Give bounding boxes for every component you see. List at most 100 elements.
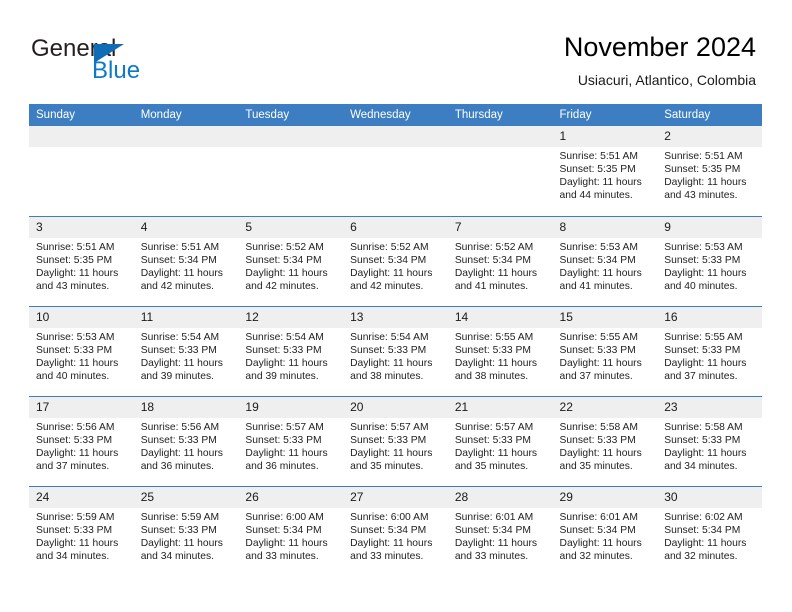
calendar-day-cell[interactable]: 20 Sunrise: 5:57 AM Sunset: 5:33 PM Dayligh…	[343, 395, 448, 486]
calendar-day-cell[interactable]: 25 Sunrise: 5:59 AM Sunset: 5:33 PM Dayligh…	[133, 485, 239, 576]
day-details: Sunrise: 5:55 AM Sunset: 5:33 PM Daylight:…	[448, 328, 553, 383]
day-number	[29, 126, 134, 147]
calendar-day-cell[interactable]: 22 Sunrise: 5:58 AM Sunset: 5:33 PM Dayligh…	[552, 395, 658, 486]
daylight-duration-line1: Daylight: 11 hours	[350, 357, 433, 369]
day-number: 19	[238, 397, 344, 418]
daylight-duration-line2: and 42 minutes.	[350, 280, 424, 292]
calendar-day-cell[interactable]: 27 Sunrise: 6:00 AM Sunset: 5:34 PM Dayligh…	[343, 485, 448, 576]
weekday-header-wednesday: Wednesday	[343, 104, 448, 126]
daylight-duration-line2: and 43 minutes.	[664, 190, 738, 202]
day-number: 1	[552, 126, 658, 147]
daylight-duration-line2: and 32 minutes.	[664, 550, 738, 562]
sunrise-time: Sunrise: 6:00 AM	[350, 511, 429, 523]
day-number: 2	[657, 126, 762, 147]
sunset-time: Sunset: 5:33 PM	[245, 434, 322, 446]
calendar-day-cell[interactable]: 21 Sunrise: 5:57 AM Sunset: 5:33 PM Dayligh…	[447, 395, 553, 486]
sunrise-time: Sunrise: 5:53 AM	[36, 331, 115, 343]
calendar-day-cell[interactable]: 17 Sunrise: 5:56 AM Sunset: 5:33 PM Dayligh…	[29, 395, 134, 486]
calendar-day-cell[interactable]: 8 Sunrise: 5:53 AM Sunset: 5:34 PM Daylight…	[552, 215, 658, 306]
daylight-duration-line2: and 33 minutes.	[454, 550, 529, 562]
daylight-duration-line2: and 34 minutes.	[36, 550, 110, 562]
calendar-day-cell[interactable]: 16 Sunrise: 5:55 AM Sunset: 5:33 PM Dayligh…	[657, 305, 762, 396]
day-details: Sunrise: 5:51 AM Sunset: 5:34 PM Daylight:…	[134, 238, 239, 293]
day-number: 4	[133, 217, 239, 238]
daylight-duration-line1: Daylight: 11 hours	[454, 357, 538, 369]
day-number: 14	[447, 307, 553, 328]
daylight-duration-line2: and 39 minutes.	[140, 370, 214, 382]
daylight-duration-line1: Daylight: 11 hours	[245, 357, 328, 369]
day-details: Sunrise: 5:53 AM Sunset: 5:34 PM Daylight:…	[553, 238, 658, 293]
sunrise-time: Sunrise: 5:59 AM	[140, 511, 220, 523]
daylight-duration-line1: Daylight: 11 hours	[245, 267, 328, 279]
calendar-day-cell[interactable]: 1 Sunrise: 5:51 AM Sunset: 5:35 PM Daylight…	[552, 126, 658, 216]
daylight-duration-line1: Daylight: 11 hours	[245, 447, 328, 459]
calendar-day-cell[interactable]: 9 Sunrise: 5:53 AM Sunset: 5:33 PM Daylight…	[657, 215, 762, 306]
sunrise-time: Sunrise: 5:52 AM	[245, 241, 324, 253]
calendar-day-cell[interactable]: 26 Sunrise: 6:00 AM Sunset: 5:34 PM Dayligh…	[238, 485, 344, 576]
calendar-day-cell[interactable]: 12 Sunrise: 5:54 AM Sunset: 5:33 PM Dayligh…	[238, 305, 344, 396]
calendar-day-cell[interactable]: 3 Sunrise: 5:51 AM Sunset: 5:35 PM Daylight…	[29, 215, 134, 306]
sunrise-time: Sunrise: 6:00 AM	[245, 511, 324, 523]
day-details: Sunrise: 5:58 AM Sunset: 5:33 PM Daylight:…	[657, 418, 762, 473]
daylight-duration-line2: and 44 minutes.	[559, 190, 633, 202]
daylight-duration-line2: and 36 minutes.	[140, 460, 214, 472]
day-number: 12	[238, 307, 344, 328]
day-number: 21	[447, 397, 553, 418]
sunset-time: Sunset: 5:33 PM	[245, 344, 322, 356]
day-details: Sunrise: 5:54 AM Sunset: 5:33 PM Daylight:…	[134, 328, 239, 383]
sunset-time: Sunset: 5:35 PM	[664, 164, 741, 176]
calendar-day-cell[interactable]: 10 Sunrise: 5:53 AM Sunset: 5:33 PM Dayligh…	[29, 305, 134, 396]
day-number: 7	[447, 217, 553, 238]
day-details: Sunrise: 5:52 AM Sunset: 5:34 PM Daylight:…	[343, 238, 448, 293]
calendar-day-cell[interactable]: 2 Sunrise: 5:51 AM Sunset: 5:35 PM Daylight…	[657, 126, 762, 216]
sunrise-time: Sunrise: 5:54 AM	[350, 331, 429, 343]
calendar-day-cell[interactable]: 14 Sunrise: 5:55 AM Sunset: 5:33 PM Dayligh…	[447, 305, 553, 396]
day-number: 17	[29, 397, 134, 418]
sunset-time: Sunset: 5:33 PM	[350, 434, 427, 446]
sunrise-time: Sunrise: 5:55 AM	[559, 331, 638, 343]
calendar-day-cell[interactable]: 5 Sunrise: 5:52 AM Sunset: 5:34 PM Daylight…	[238, 215, 344, 306]
day-details: Sunrise: 5:55 AM Sunset: 5:33 PM Daylight:…	[657, 328, 762, 383]
weekday-header-tuesday: Tuesday	[238, 104, 344, 126]
sunset-time: Sunset: 5:34 PM	[350, 254, 427, 266]
calendar-day-cell[interactable]: 7 Sunrise: 5:52 AM Sunset: 5:34 PM Daylight…	[447, 215, 553, 306]
calendar-week-row: 3 Sunrise: 5:51 AM Sunset: 5:35 PM Daylight…	[29, 215, 762, 306]
daylight-duration-line1: Daylight: 11 hours	[350, 447, 433, 459]
day-details: Sunrise: 5:59 AM Sunset: 5:33 PM Daylight:…	[134, 508, 239, 563]
sunset-time: Sunset: 5:33 PM	[664, 344, 741, 356]
calendar-day-cell[interactable]: 18 Sunrise: 5:56 AM Sunset: 5:33 PM Dayligh…	[133, 395, 239, 486]
calendar-day-cell[interactable]: 28 Sunrise: 6:01 AM Sunset: 5:34 PM Dayligh…	[447, 485, 553, 576]
daylight-duration-line1: Daylight: 11 hours	[454, 537, 538, 549]
calendar-day-cell[interactable]: 4 Sunrise: 5:51 AM Sunset: 5:34 PM Daylight…	[133, 215, 239, 306]
daylight-duration-line1: Daylight: 11 hours	[245, 537, 328, 549]
calendar-day-cell[interactable]: 29 Sunrise: 6:01 AM Sunset: 5:34 PM Dayligh…	[552, 485, 658, 576]
calendar-day-cell[interactable]: 11 Sunrise: 5:54 AM Sunset: 5:33 PM Dayligh…	[133, 305, 239, 396]
day-number: 28	[447, 487, 553, 508]
brand-logo[interactable]: General Blue	[31, 36, 261, 86]
calendar-day-cell[interactable]: 24 Sunrise: 5:59 AM Sunset: 5:33 PM Dayligh…	[29, 485, 134, 576]
daylight-duration-line2: and 35 minutes.	[350, 460, 424, 472]
page-header: General Blue November 2024 Usiacuri, Atl…	[0, 0, 792, 104]
calendar-day-cell[interactable]: 13 Sunrise: 5:54 AM Sunset: 5:33 PM Dayligh…	[343, 305, 448, 396]
calendar-cell-empty	[343, 126, 448, 216]
calendar-grid: Sunday Monday Tuesday Wednesday Thursday…	[29, 104, 762, 576]
sunset-time: Sunset: 5:34 PM	[140, 254, 217, 266]
day-details: Sunrise: 5:57 AM Sunset: 5:33 PM Daylight:…	[343, 418, 448, 473]
calendar-cell-empty	[238, 126, 344, 216]
calendar-day-cell[interactable]: 30 Sunrise: 6:02 AM Sunset: 5:34 PM Dayligh…	[657, 485, 762, 576]
sunrise-time: Sunrise: 5:58 AM	[559, 421, 638, 433]
daylight-duration-line1: Daylight: 11 hours	[36, 357, 119, 369]
sunrise-time: Sunrise: 5:57 AM	[350, 421, 429, 433]
daylight-duration-line1: Daylight: 11 hours	[559, 447, 642, 459]
daylight-duration-line1: Daylight: 11 hours	[664, 357, 747, 369]
day-number: 3	[29, 217, 134, 238]
daylight-duration-line2: and 32 minutes.	[559, 550, 633, 562]
calendar-day-cell[interactable]: 15 Sunrise: 5:55 AM Sunset: 5:33 PM Dayligh…	[552, 305, 658, 396]
calendar-day-cell[interactable]: 19 Sunrise: 5:57 AM Sunset: 5:33 PM Dayligh…	[238, 395, 344, 486]
calendar-day-cell[interactable]: 6 Sunrise: 5:52 AM Sunset: 5:34 PM Daylight…	[343, 215, 448, 306]
sunrise-time: Sunrise: 5:59 AM	[36, 511, 115, 523]
calendar-day-cell[interactable]: 23 Sunrise: 5:58 AM Sunset: 5:33 PM Dayligh…	[657, 395, 762, 486]
title-block: November 2024 Usiacuri, Atlantico, Colom…	[564, 30, 756, 90]
day-number: 9	[657, 217, 762, 238]
day-number: 18	[133, 397, 239, 418]
